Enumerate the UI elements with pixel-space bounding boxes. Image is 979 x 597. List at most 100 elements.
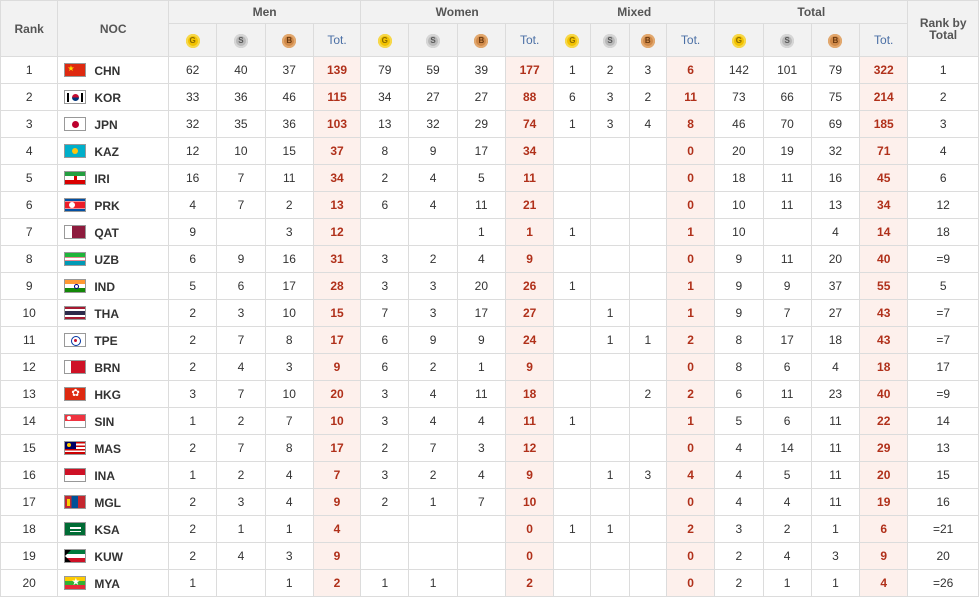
total-silver-cell: 70 — [762, 110, 812, 138]
women-gold-cell: 6 — [360, 191, 410, 219]
noc-cell[interactable]: SIN — [57, 407, 170, 435]
rank-by-total-header[interactable]: Rank by Total — [907, 0, 979, 57]
men-silver-medal-icon-header[interactable]: S — [216, 23, 266, 57]
noc-code[interactable]: JPN — [94, 117, 117, 131]
rank-cell: 20 — [0, 569, 59, 597]
total-tot-header[interactable]: Tot. — [859, 23, 909, 57]
noc-code[interactable]: SIN — [94, 414, 114, 428]
noc-code[interactable]: IRI — [94, 171, 109, 185]
women-gold-cell: 13 — [360, 110, 410, 138]
women-tot-header[interactable]: Tot. — [504, 23, 555, 57]
men-gold-cell: 16 — [168, 164, 218, 192]
bronze-medal-icon: B — [640, 34, 655, 48]
rank-cell: 10 — [0, 299, 59, 327]
women-tot-cell: 18 — [504, 380, 555, 408]
mixed-silver-cell: 1 — [590, 461, 630, 489]
rank-cell: 9 — [0, 272, 59, 300]
noc-cell[interactable]: ★ MYA — [57, 569, 170, 597]
rank-cell: 14 — [0, 407, 59, 435]
noc-cell[interactable]: QAT — [57, 218, 170, 246]
rank-by-total-cell: =7 — [907, 299, 979, 327]
noc-cell[interactable]: INA — [57, 461, 170, 489]
noc-cell[interactable]: BRN — [57, 353, 170, 381]
noc-code[interactable]: BRN — [94, 360, 120, 374]
noc-cell[interactable]: IRI — [57, 164, 170, 192]
men-bronze-medal-icon-header[interactable]: B — [264, 23, 314, 57]
noc-cell[interactable]: PRK — [57, 191, 170, 219]
women-silver-cell: 9 — [408, 326, 458, 354]
rank-by-total-cell: =7 — [907, 326, 979, 354]
mixed-tot-header[interactable]: Tot. — [665, 23, 716, 57]
men-tot-header[interactable]: Tot. — [312, 23, 362, 57]
mixed-bronze-cell — [628, 299, 667, 327]
mixed-gold-medal-icon-header[interactable]: G — [553, 23, 592, 57]
noc-cell[interactable]: MAS — [57, 434, 170, 462]
men-gold-cell: 2 — [168, 434, 218, 462]
rank-cell: 11 — [0, 326, 59, 354]
total-bronze-cell: 20 — [810, 245, 861, 273]
noc-code[interactable]: QAT — [94, 225, 118, 239]
total-gold-medal-icon-header[interactable]: G — [714, 23, 764, 57]
noc-code[interactable]: THA — [94, 306, 119, 320]
mixed-tot-cell: 0 — [665, 191, 716, 219]
noc-cell[interactable]: ✿ HKG — [57, 380, 170, 408]
rank-by-total-cell: =9 — [907, 380, 979, 408]
noc-cell[interactable]: IND — [57, 272, 170, 300]
noc-cell[interactable]: UZB — [57, 245, 170, 273]
total-tot-cell: 55 — [859, 272, 909, 300]
women-bronze-cell — [456, 542, 506, 570]
qatar-flag-icon — [64, 225, 87, 240]
noc-code[interactable]: UZB — [94, 252, 119, 266]
noc-code[interactable]: TPE — [94, 333, 117, 347]
noc-code[interactable]: KAZ — [94, 144, 119, 158]
total-gold-cell: 4 — [714, 461, 764, 489]
bronze-medal-icon: B — [474, 34, 489, 48]
noc-code[interactable]: KOR — [94, 90, 121, 104]
mixed-silver-medal-icon-header[interactable]: S — [590, 23, 630, 57]
men-silver-cell: 7 — [216, 191, 266, 219]
noc-code[interactable]: IND — [94, 279, 115, 293]
mixed-gold-cell — [553, 380, 592, 408]
noc-cell[interactable]: KOR — [57, 83, 170, 111]
noc-cell[interactable]: TPE — [57, 326, 170, 354]
women-gold-medal-icon-header[interactable]: G — [360, 23, 410, 57]
noc-cell[interactable]: THA — [57, 299, 170, 327]
men-gold-medal-icon-header[interactable]: G — [168, 23, 218, 57]
noc-cell[interactable]: ★ CHN — [57, 56, 170, 84]
total-bronze-medal-icon-header[interactable]: B — [810, 23, 861, 57]
total-bronze-cell: 11 — [810, 407, 861, 435]
noc-code[interactable]: MGL — [94, 495, 121, 509]
mixed-silver-cell — [590, 488, 630, 516]
rank-header[interactable]: Rank — [0, 0, 59, 57]
noc-code[interactable]: KUW — [94, 549, 123, 563]
noc-code[interactable]: MYA — [94, 576, 120, 590]
noc-cell[interactable]: KAZ — [57, 137, 170, 165]
noc-code[interactable]: HKG — [94, 387, 121, 401]
women-silver-cell: 7 — [408, 434, 458, 462]
mixed-bronze-medal-icon-header[interactable]: B — [628, 23, 667, 57]
noc-code[interactable]: INA — [94, 468, 115, 482]
noc-cell[interactable]: KSA — [57, 515, 170, 543]
women-bronze-cell: 4 — [456, 245, 506, 273]
men-tot-cell: 37 — [312, 137, 362, 165]
total-silver-cell: 19 — [762, 137, 812, 165]
mixed-silver-cell — [590, 434, 630, 462]
total-bronze-cell: 16 — [810, 164, 861, 192]
women-tot-cell: 0 — [504, 515, 555, 543]
total-silver-medal-icon-header[interactable]: S — [762, 23, 812, 57]
noc-code[interactable]: KSA — [94, 522, 119, 536]
men-silver-cell: 7 — [216, 164, 266, 192]
table-row: 9 IND 5 6 17 28 3 3 20 26 1 1 9 9 37 55 5 — [0, 272, 979, 300]
noc-cell[interactable]: MGL — [57, 488, 170, 516]
noc-cell[interactable]: KUW — [57, 542, 170, 570]
noc-code[interactable]: MAS — [94, 441, 121, 455]
noc-code[interactable]: PRK — [94, 198, 119, 212]
women-silver-medal-icon-header[interactable]: S — [408, 23, 458, 57]
women-bronze-medal-icon-header[interactable]: B — [456, 23, 506, 57]
noc-code[interactable]: CHN — [94, 63, 120, 77]
noc-cell[interactable]: JPN — [57, 110, 170, 138]
men-tot-cell: 7 — [312, 461, 362, 489]
noc-header[interactable]: NOC — [57, 0, 170, 57]
mixed-bronze-cell — [628, 245, 667, 273]
total-bronze-cell: 75 — [810, 83, 861, 111]
